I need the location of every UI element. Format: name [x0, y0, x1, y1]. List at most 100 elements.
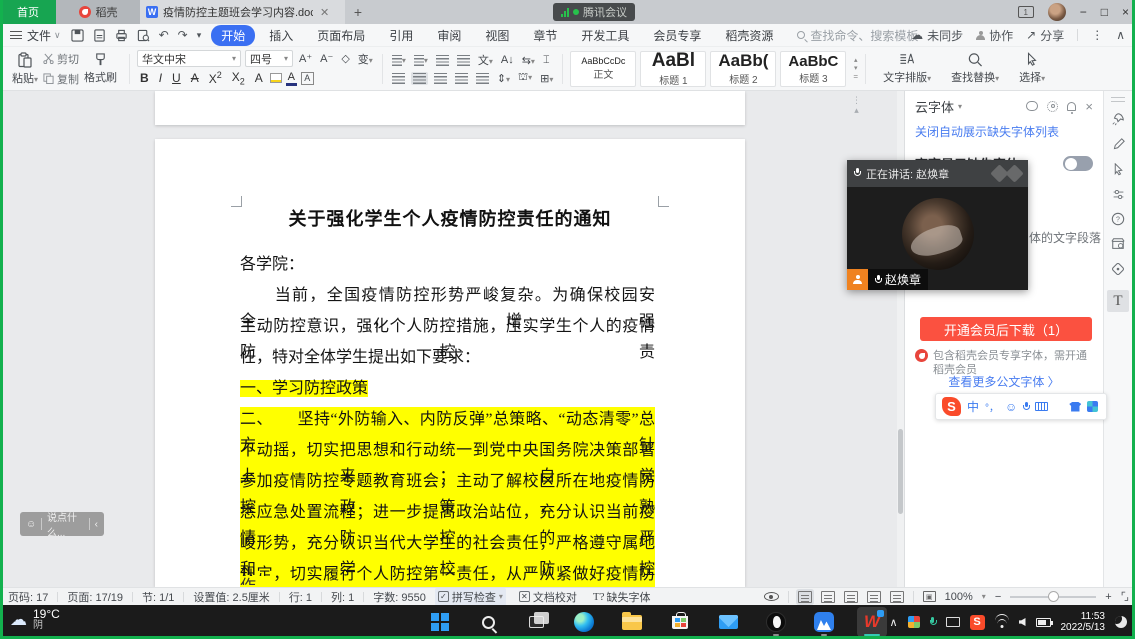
chat-input-placeholder[interactable]: 说点什么...	[47, 509, 84, 539]
menu-tab-9[interactable]: 稻壳资源	[715, 25, 783, 46]
notification-bell-icon[interactable]	[1067, 102, 1076, 111]
minimize-button[interactable]: −	[1080, 5, 1087, 19]
status-field-6[interactable]: 字数: 9550	[373, 589, 426, 605]
panel-title-caret-icon[interactable]: ▾	[958, 102, 962, 111]
spell-check-button[interactable]: ✓ 拼写检查 ▾	[435, 588, 506, 606]
proofread-button[interactable]: ✕ 文档校对	[516, 588, 580, 606]
tab-close-icon[interactable]: ✕	[320, 6, 329, 19]
sogou-emoji-icon[interactable]: ☺	[1005, 400, 1017, 414]
soft-keyboard-icon[interactable]	[1035, 402, 1048, 411]
tab-docer[interactable]: 稻壳	[56, 0, 140, 24]
style-card[interactable]: AaBbC标题 3	[780, 51, 846, 87]
decrease-indent-button[interactable]	[434, 54, 451, 67]
underline-button[interactable]: U	[169, 71, 184, 85]
bold-button[interactable]: B	[137, 71, 152, 85]
print-icon[interactable]	[115, 29, 128, 42]
mail-button[interactable]	[713, 607, 743, 637]
tab-home[interactable]: 首页	[0, 0, 56, 24]
help-icon[interactable]: ?	[1110, 211, 1126, 227]
rail-handle-icon[interactable]	[1111, 97, 1125, 102]
scrollbar-thumb[interactable]	[898, 429, 903, 514]
select-arrow-icon[interactable]	[1110, 161, 1126, 177]
grow-font-button[interactable]: A⁺	[297, 52, 314, 65]
voice-input-icon[interactable]	[1023, 402, 1029, 411]
meeting-app-button[interactable]	[761, 607, 791, 637]
navigation-diamond-icon[interactable]	[1110, 261, 1126, 277]
align-left-button[interactable]	[390, 72, 407, 85]
sogou-logo-icon[interactable]: S	[942, 397, 961, 416]
font-color-button[interactable]: A	[286, 71, 297, 86]
font-size-select[interactable]: 四号▾	[245, 50, 293, 67]
pinyin-guide-button[interactable]: 变▾	[356, 51, 375, 67]
sogou-tray-icon[interactable]: S	[970, 615, 985, 630]
fit-page-icon[interactable]: ▣	[923, 591, 936, 602]
undo-button[interactable]: ↶	[159, 28, 169, 42]
print-preview-icon[interactable]	[137, 29, 150, 42]
qat-more-icon[interactable]: ▾	[197, 30, 202, 41]
menu-tab-5[interactable]: 视图	[475, 25, 519, 46]
text-direction-button[interactable]: 文▾	[476, 52, 495, 68]
punctuation-mode-icon[interactable]: °，	[985, 399, 999, 414]
menu-tab-8[interactable]: 会员专享	[643, 25, 711, 46]
gallery-down-icon[interactable]: ▾	[854, 65, 858, 72]
fullscreen-icon[interactable]: ⌜⌟	[1121, 590, 1127, 603]
more-fonts-link[interactable]: 查看更多公文字体 〉	[905, 373, 1103, 390]
menu-tab-2[interactable]: 页面布局	[307, 25, 375, 46]
panel-resize-handle[interactable]: ⋮▴	[852, 95, 861, 115]
docs-app-button[interactable]	[809, 607, 839, 637]
restore-button[interactable]: □	[1101, 5, 1108, 19]
tray-display-icon[interactable]	[946, 617, 960, 627]
gallery-up-icon[interactable]: ▴	[854, 57, 858, 64]
highlight-color-button[interactable]	[270, 73, 282, 83]
wps-office-button[interactable]: W	[857, 607, 887, 637]
find-replace-button[interactable]: 查找替换▾	[941, 52, 1009, 85]
menu-tab-4[interactable]: 审阅	[427, 25, 471, 46]
align-right-button[interactable]	[432, 72, 449, 85]
weather-widget[interactable]: ☁ 19°C 阴	[10, 608, 60, 632]
input-mode-chinese-icon[interactable]: 中	[967, 398, 979, 415]
edge-browser-button[interactable]	[569, 607, 599, 637]
style-gallery-arrows[interactable]: ▴▾=	[853, 57, 858, 80]
clear-format-button[interactable]: ◇	[339, 52, 351, 65]
outline-view-button[interactable]	[821, 591, 835, 603]
save-icon[interactable]	[71, 29, 84, 42]
italic-button[interactable]: I	[156, 71, 165, 85]
status-field-4[interactable]: 行: 1	[289, 589, 312, 605]
line-spacing-button[interactable]: ⇕▾	[495, 72, 512, 85]
status-field-1[interactable]: 页面: 17/19	[67, 589, 123, 605]
collaborate-button[interactable]: 协作	[976, 27, 1013, 44]
missing-font-tool-button[interactable]: T	[1107, 290, 1129, 312]
document-page[interactable]: 关于强化学生个人疫情防控责任的通知 各学院： 当前，全国疫情防控形势严峻复杂。为…	[155, 139, 745, 587]
menu-tab-1[interactable]: 插入	[259, 25, 303, 46]
emoji-icon[interactable]: ☺	[26, 519, 36, 530]
wifi-icon[interactable]	[995, 617, 1009, 628]
menu-tab-6[interactable]: 章节	[523, 25, 567, 46]
format-painter-button[interactable]: 格式刷	[79, 49, 122, 89]
style-card[interactable]: AaBl标题 1	[640, 51, 706, 87]
status-field-2[interactable]: 节: 1/1	[142, 589, 174, 605]
hamburger-icon[interactable]	[10, 31, 22, 39]
toolbox-icon[interactable]	[1087, 401, 1098, 412]
file-menu[interactable]: 文件	[27, 27, 51, 44]
account-icon[interactable]	[1054, 402, 1063, 411]
meeting-chat-bar[interactable]: ☺ 说点什么... ‹	[20, 512, 104, 536]
redo-button[interactable]: ↷	[178, 28, 188, 42]
character-border-button[interactable]: A	[301, 72, 314, 85]
adjust-sliders-icon[interactable]	[1110, 186, 1126, 202]
status-field-3[interactable]: 设置值: 2.5厘米	[193, 589, 269, 605]
meeting-indicator-pill[interactable]: 腾讯会议	[553, 3, 635, 21]
shading-button[interactable]: ⛫▾	[516, 71, 534, 85]
paragraph-mark-button[interactable]: ⇆▾	[520, 54, 537, 67]
font-name-select[interactable]: 华文中宋▾	[137, 50, 241, 67]
zoom-slider[interactable]	[1010, 596, 1096, 598]
focus-assist-moon-icon[interactable]	[1115, 616, 1127, 628]
volume-icon[interactable]	[1019, 618, 1026, 626]
meeting-video-area[interactable]: 赵焕章	[847, 187, 1028, 290]
sync-status[interactable]: ☁未同步	[911, 27, 963, 44]
paste-button[interactable]: 粘贴▾	[7, 49, 43, 89]
distribute-button[interactable]	[474, 72, 491, 85]
user-avatar[interactable]	[1048, 3, 1066, 21]
tab-document[interactable]: W 疫情防控主题班会学习内容.docx ✕	[140, 0, 345, 24]
more-options-icon[interactable]: ⋮	[1091, 28, 1103, 42]
copy-button[interactable]: 复制	[43, 71, 79, 87]
